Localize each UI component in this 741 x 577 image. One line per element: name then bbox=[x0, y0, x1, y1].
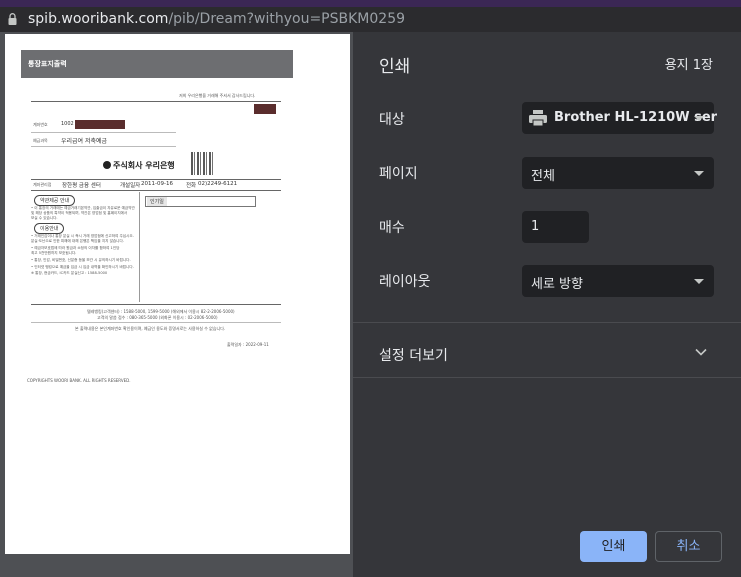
doc-bullet-line: • 인터넷 뱅킹으로 예금을 입금 시 입금 내역을 확인하시기 바랍니다. bbox=[31, 265, 134, 269]
doc-rule bbox=[31, 101, 281, 102]
chevron-down-icon bbox=[694, 116, 704, 121]
printer-icon bbox=[529, 110, 547, 127]
destination-label: 대상 bbox=[379, 112, 405, 128]
doc-rule bbox=[31, 179, 281, 180]
account-prefix: 1002 bbox=[61, 121, 74, 127]
branch-label: 계좌관리점 bbox=[33, 182, 52, 187]
doc-bullet-line: ※ 통장, 현금카드, IC카드 분실신고 : 1588-5000 bbox=[31, 271, 108, 275]
copyright: COPYRIGHTS WOORI BANK. ALL RIGHTS RESERV… bbox=[27, 378, 131, 383]
phone-label: 전화 bbox=[186, 183, 197, 189]
doc-bullet-line: 분실·도난으로 인한 피해에 대해 은행은 책임을 지지 않습니다. bbox=[31, 239, 124, 243]
opened-label: 개설일자 bbox=[120, 183, 141, 189]
doc-footer-line: 본 출력내용은 본인계좌번호 확인용이며, 예금인 용도와 증명서로는 사용하실… bbox=[75, 326, 226, 331]
doc-header-title: 통장표지출력 bbox=[28, 60, 67, 68]
bank-logo-mark bbox=[103, 161, 111, 169]
doc-column-divider bbox=[139, 192, 140, 302]
opened-value: 2011-09-16 bbox=[141, 181, 173, 187]
doc-header: 통장표지출력 bbox=[21, 50, 293, 78]
doc-bullet-line: • 통장, 인감, 비밀번호, 신분증 등을 보관 시 유의하시기 바랍니다. bbox=[31, 258, 131, 262]
printed-date: 출력일자 : 2022-09-11 bbox=[227, 342, 269, 347]
account-label: 계좌번호 bbox=[33, 122, 48, 127]
bank-name: 주식회사 우리은행 bbox=[113, 161, 175, 170]
address-bar[interactable]: spib.wooribank.com/pib/Dream?withyou=PSB… bbox=[0, 7, 741, 32]
print-preview-area: 통장표지출력 저희 우리은행을 거래해 주셔서 감사드립니다. 계좌번호 100… bbox=[0, 32, 353, 577]
destination-select[interactable]: Brother HL-1210W ser bbox=[522, 102, 718, 134]
redacted-account bbox=[75, 120, 125, 129]
doc-bullet-line: 보실 수 있습니다. bbox=[31, 216, 58, 220]
bank-logo: 주식회사 우리은행 bbox=[103, 160, 175, 171]
qr-code bbox=[191, 152, 214, 175]
url-text: spib.wooribank.com/pib/Dream?withyou=PSB… bbox=[28, 11, 405, 27]
redacted-name bbox=[254, 104, 276, 114]
sheet-count: 용지 1장 bbox=[664, 58, 713, 73]
doc-notice: 저희 우리은행을 거래해 주셔서 감사드립니다. bbox=[179, 93, 256, 98]
doc-rule bbox=[31, 132, 176, 133]
section-divider bbox=[353, 322, 741, 323]
print-title: 인쇄 bbox=[379, 57, 411, 77]
doc-rule bbox=[31, 322, 281, 323]
doc-rule bbox=[31, 190, 281, 191]
doc-field-box: 인기일 bbox=[145, 196, 256, 207]
copies-input[interactable]: 1 bbox=[522, 211, 589, 243]
doc-field-box-label: 인기일 bbox=[147, 197, 167, 206]
url-host: spib.wooribank.com bbox=[28, 11, 169, 27]
phone-value: 02)2249-6121 bbox=[198, 181, 238, 187]
url-path: /pib/Dream?withyou=PSBKM0259 bbox=[168, 11, 406, 27]
layout-label: 레이아웃 bbox=[379, 274, 431, 290]
pages-label: 페이지 bbox=[379, 166, 418, 182]
section-divider bbox=[353, 377, 741, 378]
chevron-down-icon bbox=[694, 171, 704, 176]
branch-value: 장한평 금융 센터 bbox=[62, 183, 101, 189]
pages-value: 전체 bbox=[531, 169, 555, 184]
product-value: 우리급여 저축예금 bbox=[61, 138, 108, 145]
chevron-down-icon bbox=[694, 279, 704, 284]
expand-chevron-icon[interactable] bbox=[695, 348, 707, 356]
preview-page: 통장표지출력 저희 우리은행을 거래해 주셔서 감사드립니다. 계좌번호 100… bbox=[5, 34, 350, 554]
layout-value: 세로 방향 bbox=[531, 277, 583, 292]
product-label: 예금과목 bbox=[33, 138, 48, 143]
print-settings-panel: 인쇄 용지 1장 대상 Brother HL-1210W ser 페이지 전체 … bbox=[353, 32, 741, 577]
lock-icon bbox=[8, 13, 17, 25]
print-button[interactable]: 인쇄 bbox=[580, 531, 647, 562]
browser-top-strip bbox=[0, 0, 741, 7]
cancel-button[interactable]: 취소 bbox=[655, 531, 722, 562]
pages-select[interactable]: 전체 bbox=[522, 157, 714, 189]
doc-footer-line: 고객의 말씀 접수 : 080-365-5000 (외화폰 이용시 : 02-2… bbox=[97, 315, 218, 320]
more-settings-toggle[interactable]: 설정 더보기 bbox=[379, 345, 448, 365]
layout-select[interactable]: 세로 방향 bbox=[522, 265, 714, 297]
doc-bullet-line: 최고 5천만원까지 보호됩니다. bbox=[31, 251, 77, 255]
doc-rule bbox=[31, 304, 281, 305]
destination-value: Brother HL-1210W ser bbox=[554, 110, 718, 125]
section-terms: 약관제공 안내 bbox=[34, 195, 76, 206]
section-usage: 이용안내 bbox=[34, 223, 65, 234]
doc-rule bbox=[31, 146, 176, 147]
copies-label: 매수 bbox=[379, 220, 405, 236]
